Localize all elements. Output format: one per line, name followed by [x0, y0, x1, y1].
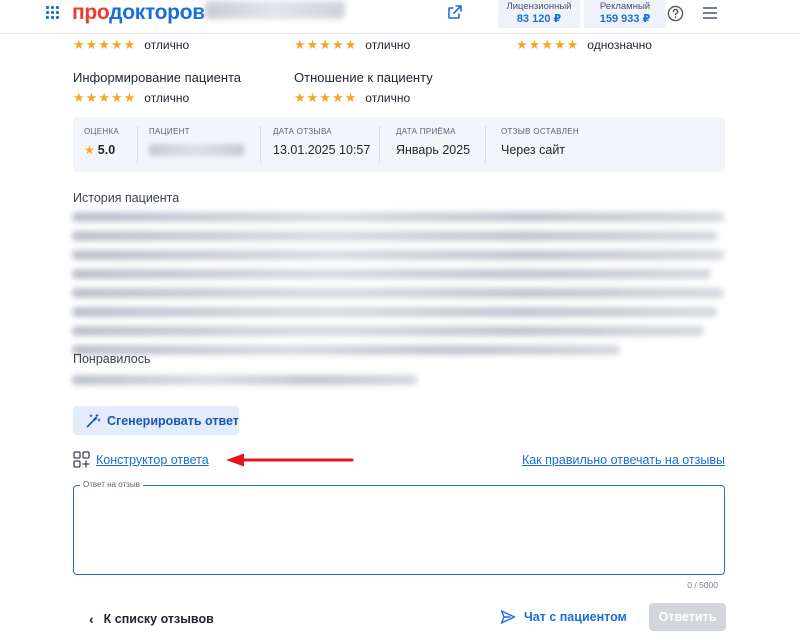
divider: [485, 126, 486, 163]
story-label: История пациента: [73, 191, 180, 205]
info-score: Оценка ★ 5.0: [84, 127, 120, 157]
send-icon: [500, 610, 516, 624]
answer-constructor-link[interactable]: Конструктор ответа: [73, 451, 209, 468]
red-arrow-annotation: [226, 453, 354, 467]
answer-textarea[interactable]: [74, 486, 724, 574]
divider: [260, 126, 261, 163]
chat-with-patient-link[interactable]: Чат с пациентом: [500, 609, 627, 625]
rating-item-informing: Информирование пациента ★★★★★ отлично: [73, 70, 242, 105]
info-source: Отзыв оставлен Через сайт: [501, 127, 579, 157]
balance-advert[interactable]: Рекламный 159 933 ₽: [584, 0, 666, 28]
external-link-icon[interactable]: [447, 4, 463, 20]
back-to-reviews-link[interactable]: ‹ К списку отзывов: [89, 611, 214, 627]
info-patient: Пациент: [149, 127, 244, 162]
stars-icon: ★★★★★: [73, 90, 137, 105]
review-info-box: Оценка ★ 5.0 Пациент Дата отзыва 13.01.20…: [73, 117, 725, 172]
divider: [137, 126, 138, 163]
menu-icon[interactable]: [703, 7, 717, 19]
answer-field-label: Ответ на отзыв: [80, 480, 143, 489]
liked-text-blurred: [72, 375, 417, 394]
chevron-left-icon: ‹: [89, 611, 94, 627]
top-header: продокторов Лицензионный 83 120 ₽ Реклам…: [0, 0, 800, 34]
rating-item: ★★★★★ однозначно: [516, 37, 652, 52]
blurred-patient-name: [149, 144, 244, 156]
rating-item: ★★★★★ отлично: [73, 37, 190, 52]
stars-icon: ★★★★★: [516, 37, 580, 52]
liked-label: Понравилось: [73, 352, 151, 366]
rating-item-attitude: Отношение к пациенту ★★★★★ отлично: [294, 70, 433, 105]
logo[interactable]: продокторов: [72, 0, 205, 26]
generate-answer-button[interactable]: Сгенерировать ответ: [73, 406, 239, 435]
stars-icon: ★★★★★: [73, 37, 137, 52]
rating-item: ★★★★★ отлично: [294, 37, 411, 52]
balance-license[interactable]: Лицензионный 83 120 ₽: [498, 0, 580, 28]
help-icon[interactable]: [667, 5, 684, 22]
answer-field-wrapper: Ответ на отзыв: [73, 480, 725, 575]
constructor-grid-icon: [73, 451, 90, 468]
stars-icon: ★★★★★: [294, 37, 358, 52]
star-icon: ★: [84, 143, 95, 157]
story-text-blurred: [72, 212, 724, 364]
stars-icon: ★★★★★: [294, 90, 358, 105]
rating-label: Отношение к пациенту: [294, 70, 433, 85]
how-to-answer-link[interactable]: Как правильно отвечать на отзывы: [522, 453, 725, 467]
info-review-date: Дата отзыва 13.01.2025 10:57: [273, 127, 371, 157]
reply-button[interactable]: Ответить: [649, 603, 726, 631]
rating-label: Информирование пациента: [73, 70, 242, 85]
apps-grid-icon[interactable]: [46, 6, 60, 20]
info-visit-date: Дата приёма Январь 2025: [396, 127, 471, 157]
blurred-doctor-name: [205, 1, 345, 19]
char-counter: 0 / 5000: [687, 580, 718, 590]
divider: [379, 126, 380, 163]
magic-wand-icon: [86, 413, 101, 427]
